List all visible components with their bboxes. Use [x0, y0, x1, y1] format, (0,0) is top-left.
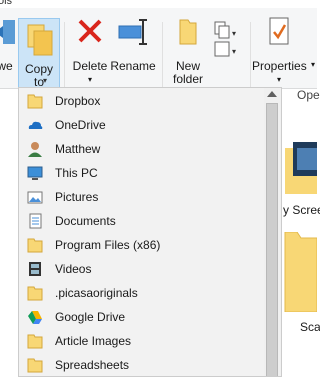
menu-item-label: Dropbox [55, 94, 101, 108]
open-section-label: Ope [297, 88, 320, 102]
ribbon-separator [250, 22, 251, 88]
image-folder-thumbnail[interactable] [283, 140, 317, 195]
copy-to-button[interactable]: Copy to ▾ [18, 18, 60, 94]
copy-to-menu: Dropbox OneDrive Matthew This PC Pictures Doc… [18, 87, 282, 377]
file-name-label: y Scree [283, 203, 320, 217]
folder-icon [27, 286, 43, 301]
folder-icon [27, 94, 43, 109]
videos-icon [29, 262, 41, 276]
menu-item-label: This PC [55, 166, 98, 180]
delete-label: Delete [72, 59, 108, 73]
new-item-button[interactable]: ▾ ▾ [210, 20, 240, 63]
properties-label: Properties [252, 59, 307, 73]
menu-item-label: Spreadsheets [55, 358, 130, 372]
chevron-down-icon: ▾ [43, 76, 48, 85]
move-to-button[interactable]: we [0, 16, 16, 73]
folder-thumbnail[interactable] [283, 232, 317, 312]
delete-button[interactable]: Delete ▾ [70, 16, 110, 86]
new-item-icon: ▾ ▾ [214, 21, 236, 57]
menu-item-label: Google Drive [55, 310, 126, 324]
copy-to-menu-item[interactable]: OneDrive [20, 113, 264, 137]
computer-icon [27, 166, 43, 180]
new-folder-icon [179, 19, 197, 45]
rename-label: Rename [110, 59, 156, 73]
tab-tools-fragment[interactable]: ols [0, 0, 12, 7]
ribbon-tabs: ols [0, 0, 317, 8]
open-chevron[interactable]: ▾ [306, 56, 320, 70]
copy-to-menu-item[interactable]: Google Drive [20, 305, 264, 329]
menu-item-label: .picasaoriginals [55, 286, 138, 300]
svg-text:▾: ▾ [232, 47, 236, 56]
properties-icon [269, 17, 289, 45]
cloud-icon [28, 121, 43, 129]
copy-to-menu-item[interactable]: .picasaoriginals [20, 281, 264, 305]
copy-to-menu-item[interactable]: Spreadsheets [20, 353, 264, 376]
copy-to-menu-item[interactable]: Article Images [20, 329, 264, 353]
new-folder-label-2: folder [172, 72, 204, 86]
menu-item-label: OneDrive [55, 118, 106, 132]
google-drive-icon [28, 311, 42, 324]
scroll-up-arrow-icon[interactable] [267, 91, 277, 97]
menu-item-label: Program Files (x86) [55, 238, 161, 252]
copy-to-menu-item[interactable]: Documents [20, 209, 264, 233]
svg-text:▾: ▾ [232, 29, 236, 38]
copy-to-menu-item[interactable]: Dropbox [20, 89, 264, 113]
copy-to-menu-item[interactable]: Videos [20, 257, 264, 281]
delete-x-icon [78, 19, 102, 43]
menu-item-label: Pictures [55, 190, 99, 204]
chevron-down-icon: ▾ [87, 75, 92, 84]
documents-icon [29, 213, 42, 229]
menu-item-label: Videos [55, 262, 92, 276]
folder-icon [27, 358, 43, 373]
move-to-label: we [0, 59, 13, 73]
copy-to-menu-item[interactable]: Matthew [20, 137, 264, 161]
properties-button[interactable]: Properties ▾ [252, 16, 307, 86]
rename-icon [118, 19, 147, 45]
copy-to-icon [27, 24, 53, 56]
chevron-down-icon: ▾ [310, 60, 315, 69]
new-folder-button[interactable]: New folder [166, 16, 210, 86]
copy-to-menu-item[interactable]: Program Files (x86) [20, 233, 264, 257]
chevron-down-icon: ▾ [276, 75, 281, 84]
pictures-icon [27, 191, 43, 204]
menu-item-label: Matthew [55, 142, 101, 156]
ribbon-separator [64, 22, 65, 88]
copy-to-menu-item[interactable]: Pictures [20, 185, 264, 209]
menu-item-label: Article Images [55, 334, 132, 348]
rename-button[interactable]: Rename [110, 16, 156, 73]
menu-item-label: Documents [55, 214, 116, 228]
user-icon [28, 142, 42, 157]
folder-icon [27, 334, 43, 349]
menu-scrollbar[interactable] [264, 88, 281, 376]
copy-to-menu-item[interactable]: This PC [20, 161, 264, 185]
folder-icon [27, 238, 43, 253]
folder-name-label: Sca [300, 320, 320, 334]
ribbon: we Copy to ▾ Delete ▾ Rename New folder … [0, 8, 320, 94]
scroll-thumb[interactable] [266, 103, 278, 376]
move-to-icon [0, 20, 15, 44]
ribbon-separator [162, 22, 163, 88]
